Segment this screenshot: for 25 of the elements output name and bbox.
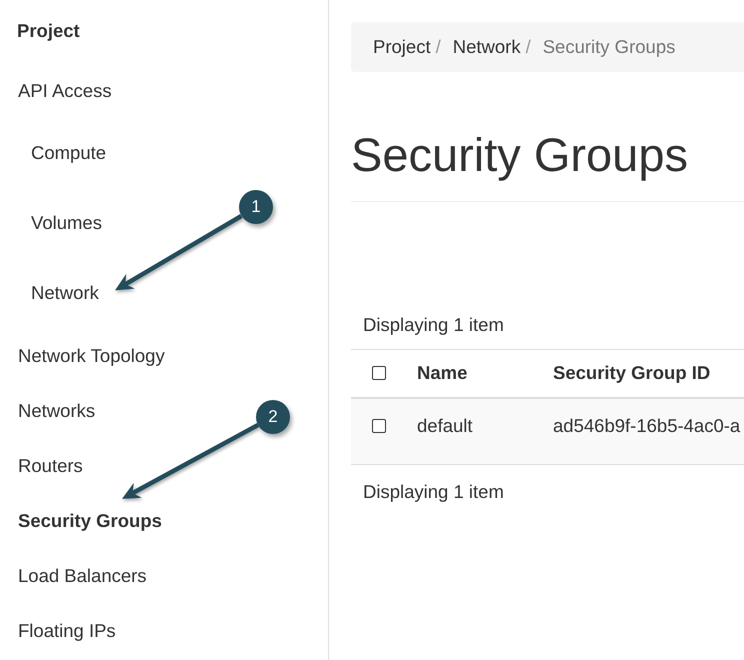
breadcrumb-link[interactable]: Project: [373, 35, 431, 59]
select-all-checkbox[interactable]: [372, 366, 386, 380]
sidebar-link[interactable]: Routers: [18, 454, 83, 478]
table-cell: ad546b9f-16b5-4ac0-a: [541, 398, 744, 464]
sidebar-group-toggle[interactable]: Network: [31, 281, 99, 305]
table-cell: default: [405, 398, 541, 464]
item-count: Displaying 1 item: [363, 481, 504, 502]
breadcrumb-separator: /: [524, 35, 532, 59]
sidebar-link[interactable]: Load Balancers: [18, 564, 147, 588]
breadcrumb-current: Security Groups: [542, 35, 676, 59]
row-checkbox[interactable]: [372, 418, 386, 432]
item-count: Displaying 1 item: [363, 314, 504, 335]
page-title: Security Groups: [351, 129, 689, 181]
sidebar-link[interactable]: Security Groups: [18, 508, 162, 532]
sidebar-link[interactable]: API Access: [18, 78, 112, 102]
breadcrumb-link[interactable]: Network: [452, 35, 521, 59]
callout-badge: 2: [256, 400, 290, 434]
sidebar-link[interactable]: Network Topology: [18, 344, 165, 368]
sidebar-group-toggle[interactable]: Compute: [31, 141, 106, 165]
sidebar-group-heading[interactable]: Project: [17, 20, 80, 41]
sidebar-link[interactable]: Floating IPs: [18, 618, 116, 642]
breadcrumb-separator: /: [434, 35, 442, 59]
sidebar-group-toggle[interactable]: Volumes: [31, 211, 102, 235]
sidebar-link[interactable]: Networks: [18, 398, 96, 422]
callout-badge: 1: [239, 190, 273, 224]
